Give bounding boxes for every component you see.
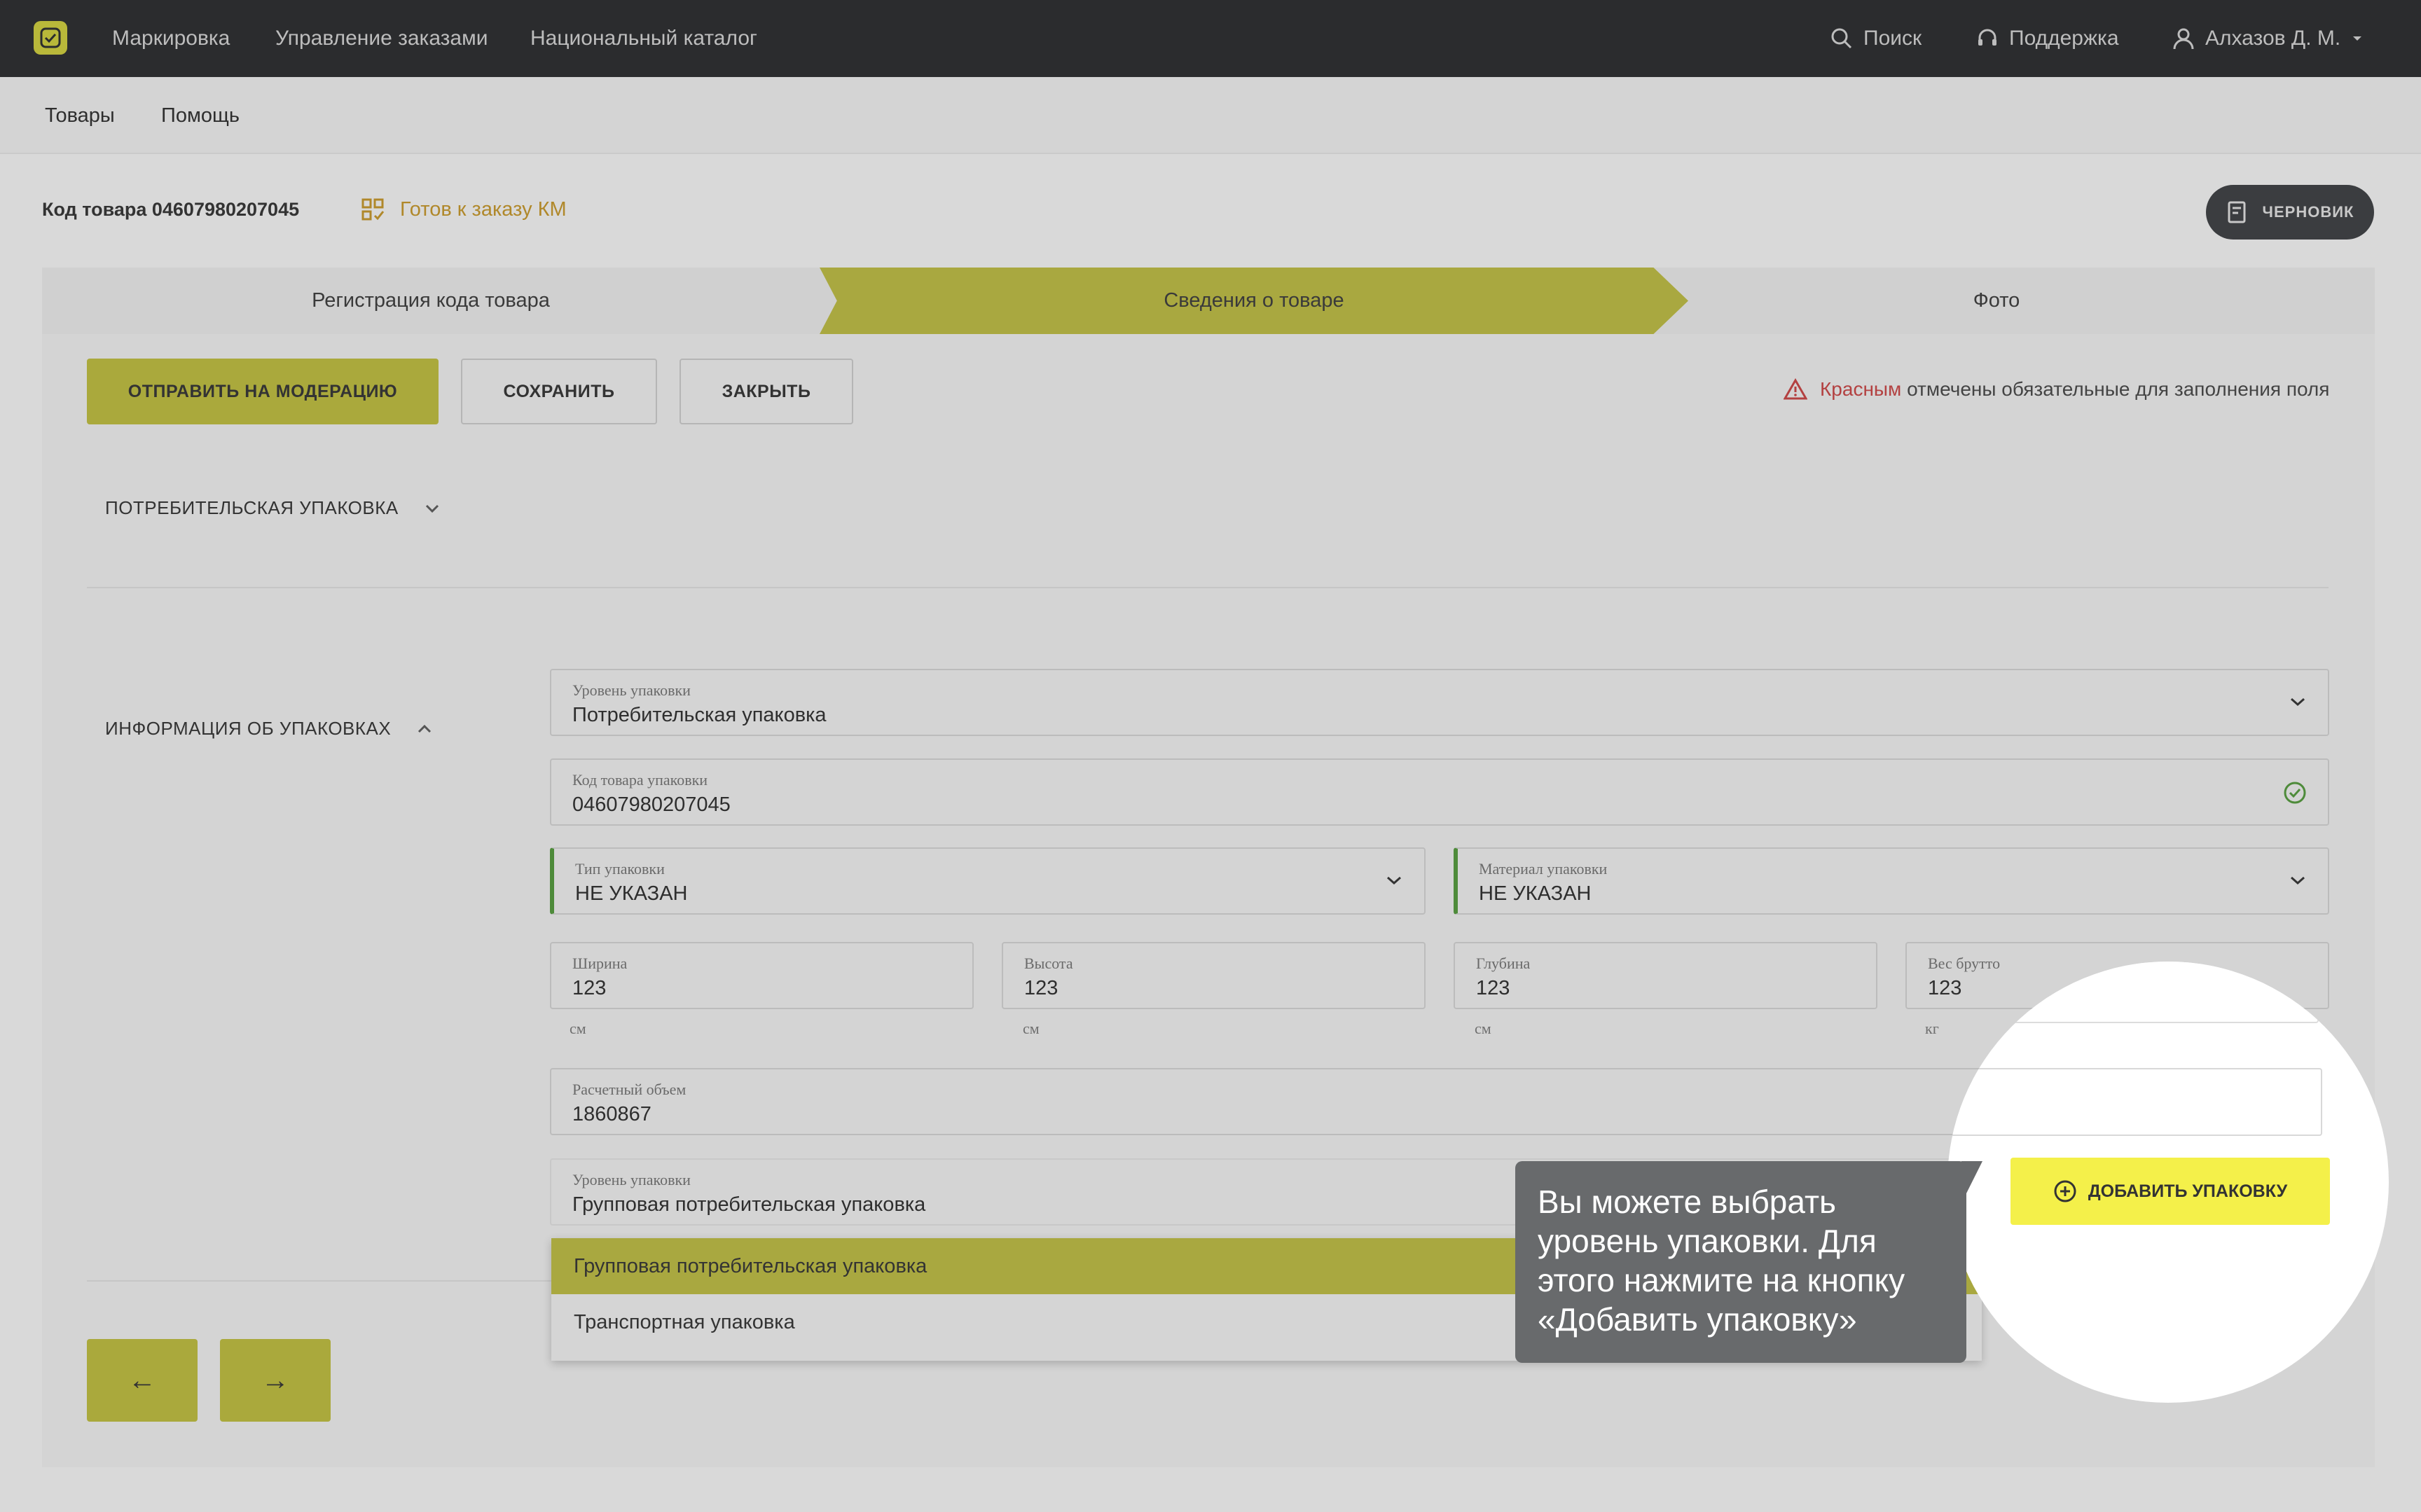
secondary-nav-bar: Товары Помощь [0, 77, 2421, 154]
field-value[interactable]: 04607980207045 [572, 793, 731, 817]
qr-grid-icon [361, 198, 385, 221]
field-value[interactable]: 123 [1476, 977, 1510, 1000]
section-title[interactable]: ИНФОРМАЦИЯ ОБ УПАКОВКАХ [105, 718, 391, 740]
app-logo-icon[interactable] [34, 21, 67, 55]
warning-icon [1784, 378, 1807, 400]
user-menu[interactable]: Алхазов Д. М. [2172, 0, 2364, 77]
support-button[interactable]: Поддержка [1975, 0, 2119, 77]
section-title[interactable]: ПОТРЕБИТЕЛЬСКАЯ УПАКОВКА [105, 497, 399, 519]
top-nav-label[interactable]: Национальный каталог [530, 27, 757, 50]
field-value[interactable]: НЕ УКАЗАН [1479, 882, 1591, 906]
depth-unit: см [1475, 1020, 1491, 1037]
subnav-label[interactable]: Помощь [161, 104, 240, 127]
field-label: Уровень упаковки [572, 1171, 691, 1188]
depth-field[interactable]: Глубина 123 [1454, 942, 1877, 1009]
hint-tooltip: Вы можете выбрать уровень упаковки. Для … [1515, 1161, 1966, 1363]
pack-material-select[interactable]: Материал упаковки НЕ УКАЗАН [1454, 847, 2329, 915]
weight-unit: кг [1925, 1020, 1939, 1037]
field-label: Уровень упаковки [572, 681, 691, 699]
width-field[interactable]: Ширина 123 [550, 942, 974, 1009]
subnav-item-goods[interactable]: Товары [45, 77, 115, 154]
add-pack-label[interactable]: ДОБАВИТЬ УПАКОВКУ [2088, 1181, 2287, 1202]
pack-type-select[interactable]: Тип упаковки НЕ УКАЗАН [550, 847, 1426, 915]
submit-moderation-button[interactable]: ОТПРАВИТЬ НА МОДЕРАЦИЮ [87, 359, 439, 424]
width-unit: см [570, 1020, 586, 1037]
save-button[interactable]: СОХРАНИТЬ [461, 359, 657, 424]
pack-code-field[interactable]: Код товара упаковки 04607980207045 [550, 758, 2329, 826]
top-nav-item-orders[interactable]: Управление заказами [275, 0, 488, 77]
section-consumer-pack[interactable]: ПОТРЕБИТЕЛЬСКАЯ УПАКОВКА [105, 497, 441, 519]
field-value[interactable]: 1860867 [572, 1103, 651, 1126]
field-label: Тип упаковки [575, 860, 665, 878]
next-button[interactable]: → [220, 1339, 331, 1422]
required-note-text: отмечены обязательные для заполнения пол… [1907, 378, 2330, 400]
height-field[interactable]: Высота 123 [1002, 942, 1426, 1009]
top-nav-label[interactable]: Управление заказами [275, 27, 488, 50]
headset-icon [1978, 29, 1996, 46]
chevron-down-icon [1387, 876, 1401, 885]
field-value[interactable]: 123 [1024, 977, 1058, 1000]
document-icon [2228, 201, 2246, 223]
plus-circle-icon [2054, 1180, 2076, 1202]
field-value[interactable]: Групповая потребительская упаковка [572, 1193, 925, 1216]
add-pack-button[interactable]: ДОБАВИТЬ УПАКОВКУ [2010, 1158, 2330, 1225]
pack-level-select[interactable]: Уровень упаковки Потребительская упаковк… [550, 669, 2329, 736]
top-nav-item-marking[interactable]: Маркировка [112, 0, 230, 77]
user-icon [2173, 28, 2194, 50]
field-value[interactable]: НЕ УКАЗАН [575, 882, 687, 906]
step-registration[interactable]: Регистрация кода товара [42, 268, 820, 334]
prev-button[interactable]: ← [87, 1339, 198, 1422]
field-label: Код товара упаковки [572, 771, 708, 789]
required-red-word: Красным [1820, 378, 1902, 400]
search-icon [1831, 28, 1852, 49]
status-text: Готов к заказу КМ [400, 197, 567, 221]
wizard-stepper: Регистрация кода товара Сведения о товар… [42, 268, 2375, 334]
search-label[interactable]: Поиск [1863, 27, 1922, 50]
volume-field-highlight [1947, 1068, 2322, 1136]
field-value[interactable]: 123 [572, 977, 606, 1000]
product-code-title: Код товара 04607980207045 [42, 199, 300, 220]
close-button[interactable]: ЗАКРЫТЬ [680, 359, 853, 424]
field-label: Материал упаковки [1479, 860, 1608, 878]
step-label[interactable]: Регистрация кода товара [312, 289, 550, 312]
top-navigation-bar: Маркировка Управление заказами Националь… [0, 0, 2421, 77]
draft-label[interactable]: ЧЕРНОВИК [2263, 203, 2354, 221]
height-unit: см [1023, 1020, 1040, 1037]
field-label: Ширина [572, 955, 628, 972]
spotlight-highlight: ДОБАВИТЬ УПАКОВКУ [1947, 962, 2389, 1403]
chevron-down-icon [2291, 698, 2305, 707]
search-button[interactable]: Поиск [1830, 0, 1922, 77]
required-fields-note: Красным отмечены обязательные для заполн… [1784, 378, 2329, 401]
status-badge: Готов к заказу КМ [361, 197, 567, 221]
draft-button[interactable]: ЧЕРНОВИК [2206, 185, 2374, 240]
subnav-label[interactable]: Товары [45, 104, 115, 127]
chevron-up-icon [418, 724, 432, 733]
field-value[interactable]: Потребительская упаковка [572, 704, 827, 727]
step-label[interactable]: Фото [1973, 289, 2020, 312]
field-label: Расчетный объем [572, 1081, 687, 1098]
chevron-down-icon [425, 504, 439, 513]
step-label[interactable]: Сведения о товаре [1164, 289, 1344, 312]
tooltip-arrow [1961, 1161, 1982, 1203]
divider [87, 587, 2329, 588]
subnav-item-help[interactable]: Помощь [161, 77, 240, 154]
top-nav-item-catalog[interactable]: Национальный каталог [530, 0, 757, 77]
weight-field-highlight [1947, 962, 2319, 1023]
step-photo[interactable]: Фото [1618, 268, 2375, 334]
step-product-info[interactable]: Сведения о товаре [820, 268, 1688, 334]
field-label: Высота [1024, 955, 1073, 972]
field-label: Глубина [1476, 955, 1531, 972]
section-pack-info[interactable]: ИНФОРМАЦИЯ ОБ УПАКОВКАХ [105, 718, 433, 740]
top-nav-label[interactable]: Маркировка [112, 27, 230, 50]
check-circle-icon [2284, 782, 2306, 804]
user-name[interactable]: Алхазов Д. М. [2205, 27, 2340, 50]
caret-down-icon [2353, 36, 2362, 41]
chevron-down-icon [2291, 876, 2305, 885]
support-label[interactable]: Поддержка [2009, 27, 2119, 50]
